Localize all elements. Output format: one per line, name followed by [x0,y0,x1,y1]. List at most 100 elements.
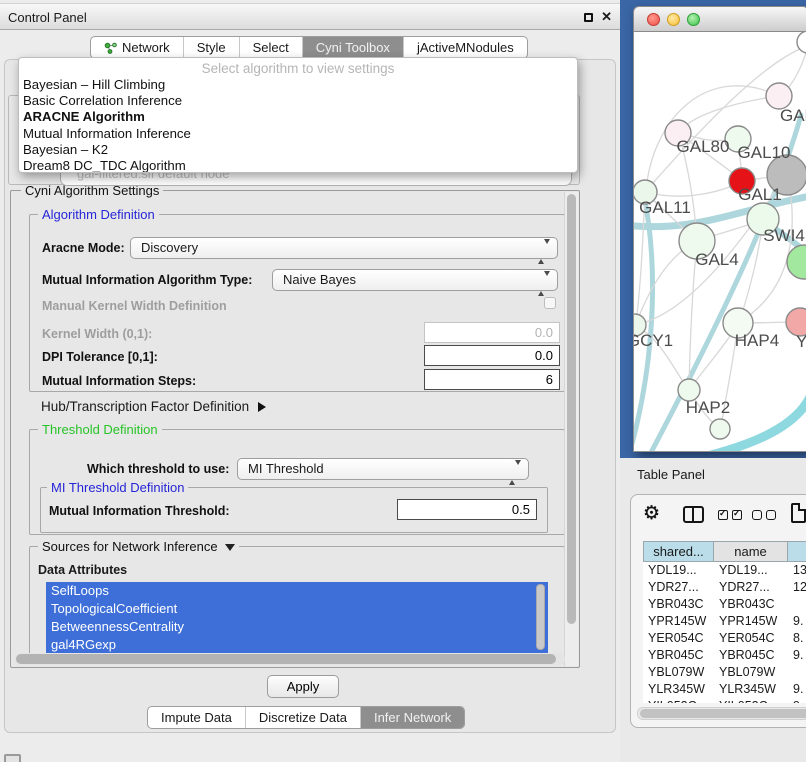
column-header-2[interactable] [788,541,806,562]
aracne-mode-combo[interactable]: Discovery [130,237,558,259]
settings-vertical-scrollbar[interactable] [564,192,578,666]
network-window[interactable]: GALGAL80GAL10GAL1GAL11SWI4GAL4GCY1HAP4YH… [633,6,806,452]
mi-algorithm-type-value: Naive Bayes [283,272,356,287]
expand-right-icon[interactable] [258,402,266,412]
collapse-down-icon[interactable] [225,544,235,551]
table-horizontal-scrollbar[interactable] [637,707,806,720]
network-graph[interactable]: GALGAL80GAL10GAL1GAL11SWI4GAL4GCY1HAP4YH… [634,32,806,452]
attribute-item-selfloops[interactable]: SelfLoops [46,582,548,600]
table-cell [788,596,806,613]
data-attributes-list[interactable]: SelfLoopsTopologicalCoefficientBetweenne… [46,582,548,654]
table-row[interactable]: YER054CYER054C8. [643,630,806,647]
mi-threshold-label: Mutual Information Threshold: [49,504,230,518]
algorithm-option-bayesian-k2[interactable]: Bayesian – K2 [19,142,577,158]
close-traffic-light-icon[interactable] [647,13,660,26]
screenshot-root: Control Panel ✕ NetworkStyleSelect Cyni T… [0,0,806,762]
column-header-shared-[interactable]: shared... [643,541,714,562]
zoom-traffic-light-icon[interactable] [687,13,700,26]
table-panel-title: Table Panel [637,467,705,482]
sources-legend: Sources for Network Inference [38,539,239,554]
control-panel-titlebar[interactable]: Control Panel ✕ [0,3,620,30]
table-cell: YIL052C [643,698,714,703]
dpi-tolerance-field[interactable]: 0.0 [424,345,560,366]
tab-discretize-data[interactable]: Discretize Data [245,707,360,728]
node-label: HAP2 [686,398,730,417]
algorithm-option-mutual-information-inference[interactable]: Mutual Information Inference [19,126,577,142]
table-rows: YDL19...YDL19...13YDR27...YDR27...12YBR0… [643,562,806,703]
unchecked-checkbox-icon[interactable] [752,510,762,520]
column-header-name[interactable]: name [714,541,788,562]
algorithm-option-basic-correlation-inference[interactable]: Basic Correlation Inference [19,93,577,109]
table-header: shared...name [643,541,806,562]
manual-kernel-checkbox[interactable] [544,297,556,309]
checked-checkbox-icon[interactable] [732,510,742,520]
stepper-icon [538,242,550,262]
tab-label: Cyni Toolbox [316,37,390,58]
table-row[interactable]: YBL079WYBL079W [643,664,806,681]
tab-infer-network[interactable]: Infer Network [360,707,464,728]
network-window-titlebar[interactable] [633,6,806,32]
node-label: HAP4 [735,331,779,350]
mi-threshold-legend: MI Threshold Definition [47,480,188,495]
tab-cyni-toolbox[interactable]: Cyni Toolbox [302,37,403,58]
settings-horizontal-scrollbar[interactable] [14,653,565,665]
scrollbar-thumb[interactable] [567,194,576,624]
checked-checkbox-icon[interactable] [718,510,728,520]
algorithm-option-aracne-algorithm[interactable]: ARACNE Algorithm [19,109,577,125]
network-view[interactable]: GALGAL80GAL10GAL1GAL11SWI4GAL4GCY1HAP4YH… [633,32,806,452]
node-label: GAL1 [738,185,781,204]
table-row[interactable]: YLR345WYLR345W9. [643,681,806,698]
node-label: GAL80 [677,137,730,156]
list-scrollbar[interactable] [536,584,545,650]
mi-steps-field[interactable]: 6 [424,369,560,390]
table-row[interactable]: YPR145WYPR145W9. [643,613,806,630]
table-cell: 13 [788,562,806,579]
attribute-item-betweennesscentrality[interactable]: BetweennessCentrality [46,618,548,636]
mi-threshold-field[interactable]: 0.5 [397,499,537,520]
close-icon[interactable]: ✕ [601,9,612,25]
algorithm-dropdown-popup: Select algorithm to view settings Bayesi… [18,57,578,173]
algorithm-option-dream8-dc-tdc-algorithm[interactable]: Dream8 DC_TDC Algorithm [19,158,577,173]
float-window-icon[interactable] [584,13,593,22]
network-node[interactable] [710,419,730,439]
which-threshold-combo[interactable]: MI Threshold [237,458,529,480]
tab-select[interactable]: Select [239,37,302,58]
algorithm-list: Bayesian – Hill ClimbingBasic Correlatio… [19,77,577,173]
control-panel-title: Control Panel [8,10,87,25]
kernel-width-field[interactable]: 0.0 [424,322,560,343]
table-cell: 9. [788,613,806,630]
table-cell: YBR043C [714,596,788,613]
column-layout-icon[interactable] [683,506,704,523]
network-edge[interactable] [646,182,741,196]
scrollbar-thumb[interactable] [16,654,556,664]
bottom-left-icon[interactable] [4,754,21,762]
tab-network[interactable]: Network [91,37,183,58]
table-row[interactable]: YBR045CYBR045C9. [643,647,806,664]
table-row[interactable]: YBR043CYBR043C [643,596,806,613]
table-row[interactable]: YDL19...YDL19...13 [643,562,806,579]
minimize-traffic-light-icon[interactable] [667,13,680,26]
algorithm-option-bayesian-hill-climbing[interactable]: Bayesian – Hill Climbing [19,77,577,93]
table-row[interactable]: YIL052CYIL052C9. [643,698,806,703]
gear-icon[interactable]: ⚙ [643,502,660,525]
data-attributes-label: Data Attributes [38,563,127,577]
document-icon[interactable] [791,503,806,523]
scrollbar-thumb[interactable] [640,709,806,718]
attribute-item-topologicalcoefficient[interactable]: TopologicalCoefficient [46,600,548,618]
hub-transcription-factor-section[interactable]: Hub/Transcription Factor Definition [41,399,266,414]
table-panel-area: Table Panel ⚙ shared...name YDL19...YDL1… [620,458,806,762]
table-row[interactable]: YDR27...YDR27...12 [643,579,806,596]
tab-impute-data[interactable]: Impute Data [148,707,245,728]
table-cell: YDR27... [643,579,714,596]
tab-jactivemnodules[interactable]: jActiveMNodules [403,37,527,58]
table-cell: YLR345W [714,681,788,698]
tab-style[interactable]: Style [183,37,239,58]
apply-button[interactable]: Apply [267,675,339,698]
table-cell: YDL19... [643,562,714,579]
threshold-definition-group: Threshold Definition Which threshold to … [29,429,565,535]
unchecked-checkbox-icon[interactable] [766,510,776,520]
which-threshold-value: MI Threshold [248,461,324,476]
network-desktop: GALGAL80GAL10GAL1GAL11SWI4GAL4GCY1HAP4YH… [620,0,806,458]
attribute-item-gal4rgexp[interactable]: gal4RGexp [46,636,548,654]
mi-algorithm-type-combo[interactable]: Naive Bayes [272,269,558,291]
